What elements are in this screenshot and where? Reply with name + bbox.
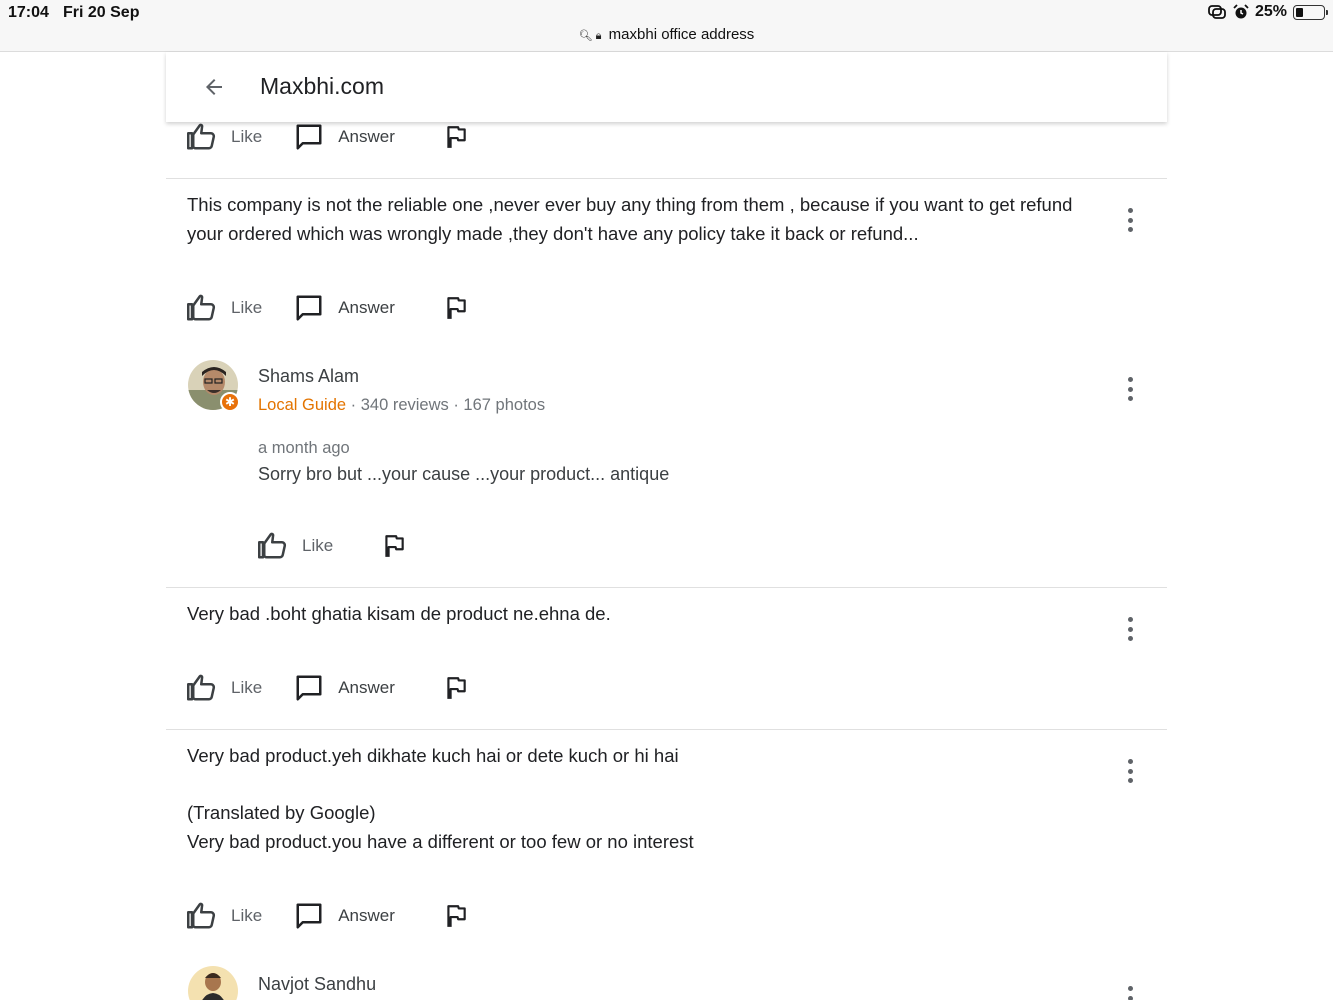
like-button[interactable]: Like <box>187 122 262 152</box>
status-indicators: 25% <box>1207 3 1328 21</box>
more-options-icon[interactable] <box>1125 377 1135 401</box>
thumbs-up-icon <box>187 902 216 929</box>
avatar[interactable]: ✱ <box>188 360 240 412</box>
like-button[interactable]: Like <box>187 901 262 931</box>
answer-button[interactable]: Answer <box>294 122 395 152</box>
thumbs-up-icon <box>187 123 216 150</box>
comment-icon <box>296 903 322 929</box>
reviewer-meta: Local Guide · 340 reviews · 167 photos <box>258 396 545 415</box>
review-actions: Like Answer <box>187 291 469 325</box>
battery-icon <box>1293 4 1328 20</box>
flag-icon <box>447 126 466 148</box>
review-text: Sorry bro but ...your cause ...your prod… <box>258 464 670 484</box>
review-actions: Like <box>258 529 407 563</box>
divider <box>166 729 1167 730</box>
address-text: maxbhi office address <box>608 26 755 43</box>
review-text: Very bad .boht ghatia kisam de product n… <box>187 603 611 624</box>
comment-icon <box>296 295 322 321</box>
review-actions: Like Answer <box>187 671 469 705</box>
translated-by-google-label: (Translated by Google) <box>187 802 376 823</box>
reviewer-stats: · 340 reviews · 167 photos <box>346 396 546 414</box>
alarm-icon <box>1233 4 1249 19</box>
avatar-image <box>188 966 238 1000</box>
like-label: Like <box>231 678 263 697</box>
like-label: Like <box>231 906 263 925</box>
reviewer-name[interactable]: Navjot Sandhu <box>258 974 376 995</box>
divider <box>166 178 1167 179</box>
flag-button[interactable] <box>443 902 469 930</box>
search-icon: 🔍︎ <box>578 30 593 42</box>
flag-icon <box>447 905 466 927</box>
flag-icon <box>447 297 466 319</box>
place-header: Maxbhi.com <box>166 52 1167 122</box>
flag-icon <box>447 677 466 699</box>
answer-button[interactable]: Answer <box>294 293 395 323</box>
back-arrow-icon[interactable] <box>202 75 226 99</box>
flag-button[interactable] <box>443 674 469 702</box>
more-options-icon[interactable] <box>1125 208 1135 232</box>
answer-label: Answer <box>338 298 395 317</box>
more-options-icon[interactable] <box>1125 986 1135 1000</box>
page-title: Maxbhi.com <box>260 73 384 99</box>
thumbs-up-icon <box>187 674 216 701</box>
like-button[interactable]: Like <box>258 531 333 561</box>
battery-percent: 25% <box>1254 3 1287 20</box>
answer-button[interactable]: Answer <box>294 673 395 703</box>
review-text: Very bad product.yeh dikhate kuch hai or… <box>187 745 679 766</box>
answer-label: Answer <box>338 678 395 697</box>
answer-label: Answer <box>338 906 395 925</box>
comment-icon <box>296 675 322 701</box>
like-label: Like <box>231 298 263 317</box>
flag-icon <box>385 535 404 557</box>
more-options-icon[interactable] <box>1125 617 1135 641</box>
like-button[interactable]: Like <box>187 673 262 703</box>
review-actions: Like Answer <box>187 120 469 154</box>
flag-button[interactable] <box>381 532 407 560</box>
like-label: Like <box>231 127 263 146</box>
battery-level <box>1296 7 1303 17</box>
review-age: a month ago <box>258 439 350 457</box>
local-guide-label: Local Guide <box>258 396 347 414</box>
screen-mirror-icon <box>1208 5 1226 19</box>
address-bar[interactable]: 🔍︎ 🔒︎ maxbhi office address <box>0 26 1333 43</box>
answer-button[interactable]: Answer <box>294 901 395 931</box>
like-label: Like <box>302 536 334 555</box>
translated-review-text: Very bad product.you have a different or… <box>187 831 694 852</box>
review-actions: Like Answer <box>187 899 469 933</box>
status-time: 17:04 <box>8 4 49 21</box>
status-bar: 17:04 Fri 20 Sep 🔍︎ 🔒︎ maxbhi office addr… <box>0 0 1333 52</box>
reviewer-name[interactable]: Shams Alam <box>258 366 359 387</box>
local-guide-badge-icon: ✱ <box>220 392 240 412</box>
thumbs-up-icon <box>258 532 287 559</box>
comment-icon <box>296 124 322 150</box>
lock-icon: 🔒︎ <box>595 30 602 42</box>
status-date: Fri 20 Sep <box>63 4 140 21</box>
answer-label: Answer <box>338 127 395 146</box>
more-options-icon[interactable] <box>1125 759 1135 783</box>
avatar[interactable] <box>188 966 238 1000</box>
flag-button[interactable] <box>443 123 469 151</box>
review-text: This company is not the reliable one ,ne… <box>187 194 1073 244</box>
thumbs-up-icon <box>187 294 216 321</box>
divider <box>166 587 1167 588</box>
like-button[interactable]: Like <box>187 293 262 323</box>
flag-button[interactable] <box>443 294 469 322</box>
